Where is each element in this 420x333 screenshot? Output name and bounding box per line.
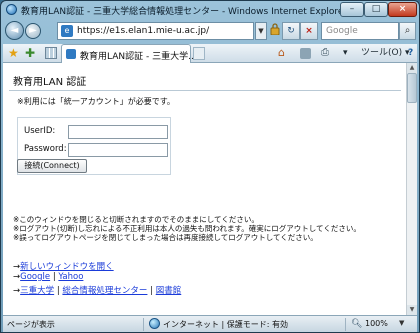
command-bar: ★ ✚ 教育用LAN認証 - 三重大学... ⌂ ⎙ ▾ ツール(O) ▾ ? [3,44,417,63]
title-divider [9,90,401,91]
search-placeholder: Google [326,26,358,36]
account-note: ※利用には「統一アカウント」が必要です。 [17,97,175,106]
security-zone-text[interactable]: インターネット | 保護モード: 有効 [163,319,288,330]
password-label: Password: [24,144,67,154]
scroll-down-arrow-icon[interactable]: ▼ [407,305,417,315]
link-row: →新しいウィンドウを開く [13,260,114,272]
back-button[interactable]: ◄ [5,21,24,40]
help-icon[interactable]: ? [408,47,413,59]
library-link[interactable]: 図書館 [156,286,182,296]
mie-university-link[interactable]: 三重大学 [20,286,54,296]
link-row: →三重大学 | 総合情報処理センター | 図書館 [13,284,181,296]
notice-line: ※このウィンドウを閉じると切断されますのでそのままにしてください。 [13,215,259,224]
info-center-link[interactable]: 総合情報処理センター [62,286,147,296]
userid-label: UserID: [24,126,56,136]
google-link[interactable]: Google [20,272,50,282]
scroll-thumb[interactable] [407,73,417,103]
zoom-icon[interactable]: 🔍︎ [351,319,362,329]
address-bar: ◄ ► e https://e1s.elan1.mie-u.ac.jp/ ▼ ↻… [3,20,417,42]
scroll-up-arrow-icon[interactable]: ▲ [407,63,417,73]
print-icon[interactable]: ⎙ [321,47,329,59]
browser-window: 教育用LAN認証 - 三重大学総合情報処理センター - Windows Inte… [0,0,420,333]
window-title: 教育用LAN認証 - 三重大学総合情報処理センター - Windows Inte… [21,7,348,17]
link-separator: | [52,272,56,282]
status-bar: ページが表示 インターネット | 保護モード: 有効 🔍︎ 100% ▼ [3,315,417,332]
link-row: →Google | Yahoo [13,272,83,282]
url-dropdown-button[interactable]: ▼ [255,22,267,40]
stop-button[interactable]: × [300,22,318,40]
status-divider [143,318,144,331]
close-button[interactable]: × [388,2,417,17]
notice-line: ※ログアウト(切断)し忘れによる不正利用は本人の過失も問われます。確実にログアウ… [13,224,361,233]
yahoo-link[interactable]: Yahoo [58,272,83,282]
favorites-star-icon[interactable]: ★ [8,46,19,60]
tools-menu[interactable]: ツール(O) ▾ [361,47,410,59]
title-bar[interactable]: 教育用LAN認証 - 三重大学総合情報処理センター - Windows Inte… [1,1,419,19]
search-icon[interactable]: ⌕ [399,22,416,40]
url-input[interactable]: e https://e1s.elan1.mie-u.ac.jp/ [57,22,254,40]
zoom-dropdown-icon[interactable]: ▼ [399,319,404,327]
zoom-level[interactable]: 100% [365,319,388,328]
search-input[interactable]: Google [321,22,399,40]
link-separator: | [150,286,154,296]
globe-icon [149,318,160,329]
new-window-link[interactable]: 新しいウィンドウを開く [20,262,114,272]
maximize-button[interactable]: □ [364,2,388,17]
ie-app-icon [6,4,17,15]
notices: ※このウィンドウを閉じると切断されますのでそのままにしてください。 ※ログアウト… [13,215,361,242]
page-viewport: 教育用LAN 認証 ※利用には「統一アカウント」が必要です。 UserID: P… [3,63,406,315]
refresh-button[interactable]: ↻ [282,22,300,40]
home-icon[interactable]: ⌂ [278,47,285,59]
new-tab-button[interactable] [193,47,205,60]
page-title: 教育用LAN 認証 [13,77,87,88]
ie-page-icon [66,49,76,59]
userid-input[interactable] [68,125,168,139]
tab-current[interactable]: 教育用LAN認証 - 三重大学... [61,44,197,63]
notice-line: ※誤ってログアウトページを閉じてしまった場合は再度接続してログアウトしてください… [13,233,318,242]
vertical-scrollbar[interactable]: ▲ ▼ [406,63,417,315]
link-separator: | [56,286,60,296]
quick-tabs-icon[interactable] [45,47,57,59]
password-input[interactable] [68,143,168,157]
add-favorites-icon[interactable]: ✚ [25,46,35,60]
url-text: https://e1s.elan1.mie-u.ac.jp/ [77,26,210,36]
connect-button[interactable]: 接続(Connect) [17,159,87,173]
minimize-button[interactable]: – [340,2,364,17]
status-divider [345,318,346,331]
page-menu-icon[interactable]: ▾ [343,47,348,59]
ie-page-icon: e [61,25,73,37]
feeds-icon[interactable] [300,48,311,59]
tab-label: 教育用LAN認証 - 三重大学... [80,52,197,62]
status-text: ページが表示 [7,320,55,329]
forward-button[interactable]: ► [25,23,41,39]
lock-icon[interactable] [269,23,281,38]
